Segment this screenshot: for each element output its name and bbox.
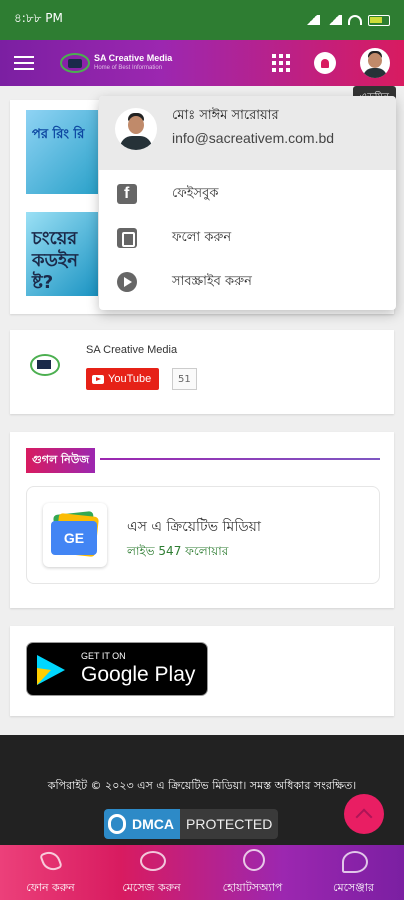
- chat-icon: [139, 849, 166, 871]
- signal-icon: [304, 15, 320, 25]
- channel-logo-icon: [30, 354, 66, 378]
- profile-header: মোঃ সাঈম সারোয়ার info@sacreativem.com.b…: [99, 96, 396, 170]
- logo-title: SA Creative Media: [94, 53, 173, 63]
- dmca-badge[interactable]: DMCA PROTECTED: [104, 809, 279, 839]
- wifi-icon: [348, 15, 362, 25]
- battery-icon: [368, 14, 390, 26]
- news-followers: লাইভ 547 ফলোয়ার: [127, 544, 229, 558]
- bottom-nav: ফোন করুন মেসেজ করুন হোয়াটসঅ্যাপ মেসেঞ্জ…: [0, 845, 404, 900]
- notification-bell-icon[interactable]: [314, 52, 336, 74]
- google-play-icon: [37, 655, 65, 685]
- subscriber-count: 51: [172, 368, 197, 390]
- whatsapp-icon: [241, 849, 265, 871]
- dropdown-item-facebook[interactable]: ফেইসবুক: [99, 172, 396, 216]
- facebook-icon: [117, 184, 137, 204]
- blogger-icon: [117, 228, 137, 248]
- nav-whatsapp[interactable]: হোয়াটসঅ্যাপ: [202, 845, 303, 900]
- youtube-button-label: YouTube: [108, 373, 152, 385]
- google-play-card: GET IT ON Google Play: [10, 626, 394, 716]
- logo-mark-icon: [60, 53, 90, 73]
- profile-dropdown: মোঃ সাঈম সারোয়ার info@sacreativem.com.b…: [99, 96, 396, 310]
- channel-name: SA Creative Media: [86, 344, 178, 356]
- messenger-icon: [341, 849, 368, 873]
- menu-icon[interactable]: [14, 56, 34, 70]
- nav-messenger[interactable]: মেসেঞ্জার: [303, 845, 404, 900]
- play-icon: [117, 272, 137, 292]
- post-thumbnail[interactable]: পর রিং রি: [26, 110, 98, 194]
- app-header: SA Creative Media Home of Best Informati…: [0, 40, 404, 86]
- signal-icon-2: [326, 15, 342, 25]
- dropdown-item-follow[interactable]: ফলো করুন: [99, 216, 396, 260]
- avatar: [115, 108, 157, 150]
- site-logo[interactable]: SA Creative Media Home of Best Informati…: [60, 53, 172, 73]
- google-news-card: গুগল নিউজ GE এস এ ক্রিয়েটিভ মিডিয়া লাই…: [10, 432, 394, 608]
- section-divider: [100, 458, 380, 460]
- youtube-widget: SA Creative Media YouTube 51: [10, 330, 394, 414]
- dropdown-item-subscribe[interactable]: সাবস্ক্রাইব করুন: [99, 260, 396, 304]
- status-bar: ৪:৮৮ PM: [0, 0, 404, 40]
- copyright-text: কপিরাইট © ২০২৩ এস এ ক্রিয়েটিভ মিডিয়া। …: [47, 779, 357, 792]
- nav-message[interactable]: মেসেজ করুন: [101, 845, 202, 900]
- news-publication-name: এস এ ক্রিয়েটিভ মিডিয়া: [127, 519, 261, 535]
- site-footer: কপিরাইট © ২০২৩ এস এ ক্রিয়েটিভ মিডিয়া। …: [0, 735, 404, 845]
- post-thumbnail[interactable]: চংয়ের কডইন ষ্ট?: [26, 212, 98, 296]
- scroll-to-top-button[interactable]: [344, 794, 384, 834]
- phone-icon: [38, 848, 63, 874]
- profile-avatar-button[interactable]: [360, 48, 390, 78]
- google-play-badge[interactable]: GET IT ON Google Play: [26, 642, 208, 696]
- nav-call[interactable]: ফোন করুন: [0, 845, 101, 900]
- youtube-subscribe-button[interactable]: YouTube: [86, 368, 160, 390]
- logo-subtitle: Home of Best Information: [94, 65, 163, 71]
- google-news-follow-box[interactable]: GE এস এ ক্রিয়েটিভ মিডিয়া লাইভ 547 ফলোয…: [26, 486, 380, 584]
- apps-grid-icon[interactable]: [272, 54, 290, 72]
- lock-icon: [108, 814, 126, 834]
- status-icons: [304, 14, 390, 26]
- profile-email: info@sacreativem.com.bd: [172, 130, 335, 146]
- google-news-icon: GE: [43, 503, 107, 567]
- youtube-play-icon: [92, 374, 104, 384]
- profile-name: মোঃ সাঈম সারোয়ার: [172, 108, 279, 123]
- section-title: গুগল নিউজ: [26, 448, 96, 473]
- status-time: ৪:৮৮ PM: [14, 11, 63, 25]
